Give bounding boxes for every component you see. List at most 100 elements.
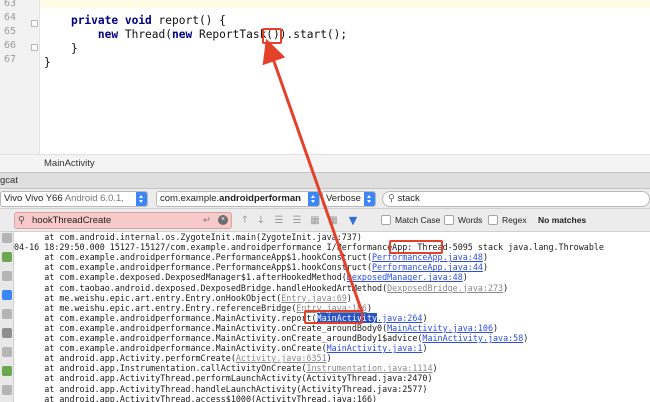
code-token: } xyxy=(44,56,51,69)
soft-wrap-icon[interactable] xyxy=(2,271,12,281)
log-text: ) xyxy=(482,262,488,273)
source-link[interactable]: PerformanceApp.java:44 xyxy=(372,262,483,272)
log-line[interactable]: at com.example.androidperformance.MainAc… xyxy=(14,312,427,323)
log-line[interactable]: at com.example.androidperformance.MainAc… xyxy=(14,333,528,343)
log-line[interactable]: at com.taobao.android.dexposed.DexposedB… xyxy=(14,283,508,293)
search-value: stack xyxy=(397,193,420,204)
print-icon[interactable] xyxy=(2,309,12,319)
regex-occurrence-icon[interactable]: ▦ xyxy=(326,214,340,228)
match-case-label: Match Case xyxy=(395,215,441,225)
log-level-select[interactable]: Verbose xyxy=(322,191,376,207)
log-level-value: Verbose xyxy=(326,193,361,204)
log-text: at android.app.ActivityThread.access$100… xyxy=(14,393,378,402)
settings-icon[interactable] xyxy=(2,328,12,338)
log-text: at me.weishu.epic.art.entry.Entry.refere… xyxy=(14,302,297,313)
log-text: ) xyxy=(346,292,352,303)
code-line: private void report() { xyxy=(44,14,226,28)
source-link[interactable]: .java:264 xyxy=(377,313,422,323)
code-token: } xyxy=(70,42,78,55)
restart-icon[interactable] xyxy=(2,252,12,262)
search-input[interactable]: ⚲ stack xyxy=(382,191,650,207)
log-line[interactable]: at android.app.ActivityThread.handleLaun… xyxy=(14,384,427,394)
log-text: at com.example.androidperformance.MainAc… xyxy=(14,312,317,323)
funnel-icon[interactable]: ▼ xyxy=(346,214,360,228)
logcat-title-bar: gcat xyxy=(0,172,650,189)
log-line[interactable]: at android.app.ActivityThread.performLau… xyxy=(14,373,433,384)
log-line[interactable]: at me.weishu.epic.art.entry.Entry.onHook… xyxy=(14,293,352,303)
log-text: ) xyxy=(422,343,428,354)
log-line[interactable]: at com.example.androidperformance.MainAc… xyxy=(14,343,427,353)
log-text: at com.example.androidperformance.Perfor… xyxy=(14,262,372,273)
line-number: 64 xyxy=(3,12,16,23)
up-arrow-icon[interactable]: ↑ xyxy=(238,214,252,228)
source-link[interactable]: MainActivity.java:58 xyxy=(422,333,523,343)
source-link[interactable]: Entry.java:69 xyxy=(281,293,347,303)
down-arrow-icon[interactable]: ↓ xyxy=(254,214,268,228)
log-line[interactable]: at android.app.Instrumentation.callActiv… xyxy=(14,363,437,374)
log-line[interactable]: at android.app.Activity.performCreate(Ac… xyxy=(14,353,331,363)
match-case-checkbox[interactable] xyxy=(381,215,391,225)
editor-gutter: 63 64 65 66 67 xyxy=(0,0,40,154)
log-line[interactable]: at android.app.ActivityThread.access$100… xyxy=(14,394,377,402)
log-line[interactable]: at com.example.dexposed.DexposedManager$… xyxy=(14,272,468,282)
source-link[interactable]: MainActivity.java:106 xyxy=(387,323,493,333)
log-text: at com.android.internal.os.ZygoteInit.ma… xyxy=(14,232,362,242)
log-line[interactable]: at com.example.androidperformance.Perfor… xyxy=(14,262,488,272)
log-line[interactable]: at com.example.androidperformance.MainAc… xyxy=(14,323,498,333)
current-line-highlight xyxy=(40,0,650,8)
add-occurrence-icon[interactable]: ☰ xyxy=(272,214,286,228)
logcat-toolbar: Vivo Vivo Y66 Android 6.0.1, com.example… xyxy=(0,189,650,209)
line-number: 66 xyxy=(3,40,16,51)
breadcrumb: MainActivity xyxy=(0,154,650,172)
logcat-filter-toolbar: ⚲ hookThreadCreate ↵ × ↑ ↓ ☰ ☰ ▦ ▦ ▼ Mat… xyxy=(0,209,650,232)
remove-occurrence-icon[interactable]: ☰ xyxy=(290,214,304,228)
chevron-updown-icon xyxy=(308,192,319,206)
source-link[interactable]: Instrumentation.java:1114 xyxy=(306,363,432,373)
annotation-highlight-thread xyxy=(389,240,443,254)
help-icon[interactable] xyxy=(2,385,12,395)
run-icon[interactable] xyxy=(2,366,12,376)
log-text: at android.app.ActivityThread.performLau… xyxy=(14,373,433,384)
select-all-icon[interactable]: ▦ xyxy=(308,214,322,228)
breadcrumb-class[interactable]: MainActivity xyxy=(44,158,95,169)
chevron-updown-icon xyxy=(364,192,375,206)
process-select[interactable]: com.example.androidperforman xyxy=(156,191,320,207)
clear-icon[interactable]: × xyxy=(218,215,228,225)
source-link[interactable]: Activity.java:6351 xyxy=(236,353,327,363)
log-text: ) xyxy=(366,302,373,313)
device-select[interactable]: Vivo Vivo Y66 Android 6.0.1, xyxy=(0,191,148,207)
log-text: ) xyxy=(503,282,509,293)
code-line: } xyxy=(44,56,51,70)
fold-marker-icon[interactable] xyxy=(31,20,38,27)
search-icon: ⚲ xyxy=(18,215,25,226)
log-text: at me.weishu.epic.art.entry.Entry.onHook… xyxy=(14,292,282,303)
regex-checkbox[interactable] xyxy=(488,215,498,225)
log-text: at com.example.androidperformance.MainAc… xyxy=(14,333,423,343)
camera-icon[interactable] xyxy=(2,290,12,300)
source-link[interactable]: DexposedBridge.java:273 xyxy=(387,283,503,293)
source-link[interactable]: DexposedManager.java:48 xyxy=(347,272,463,282)
log-text: ) xyxy=(523,333,529,343)
log-text: ) xyxy=(482,252,488,263)
fold-marker-icon[interactable] xyxy=(31,44,38,51)
code-token: void xyxy=(124,14,159,27)
log-line[interactable]: at com.android.internal.os.ZygoteInit.ma… xyxy=(14,232,362,242)
log-text: at com.taobao.android.dexposed.DexposedB… xyxy=(14,282,388,293)
log-line[interactable]: 04-16 18:29:50.000 15127-15127/com.examp… xyxy=(14,242,604,252)
process-name: androidperforman xyxy=(219,193,301,204)
code-token: private xyxy=(70,14,125,27)
log-text: stack java.lang.Throwable xyxy=(472,242,604,253)
log-text: at android.app.Instrumentation.callActiv… xyxy=(14,363,307,374)
layout-icon[interactable] xyxy=(2,347,12,357)
code-token: Thread( xyxy=(124,28,172,41)
device-name: Vivo Vivo Y66 xyxy=(4,193,63,204)
regex-label: Regex xyxy=(502,215,527,225)
scroll-end-icon[interactable] xyxy=(2,233,12,243)
code-editor[interactable]: 63 64 65 66 67 private void report() { n… xyxy=(0,0,650,154)
annotation-highlight-code xyxy=(262,28,282,44)
logcat-title: gcat xyxy=(0,175,18,186)
source-link[interactable]: MainActivity.java:1 xyxy=(327,343,423,353)
filter-input[interactable]: ⚲ hookThreadCreate ↵ × xyxy=(14,212,232,229)
code-line: } xyxy=(44,42,78,56)
words-checkbox[interactable] xyxy=(444,215,454,225)
